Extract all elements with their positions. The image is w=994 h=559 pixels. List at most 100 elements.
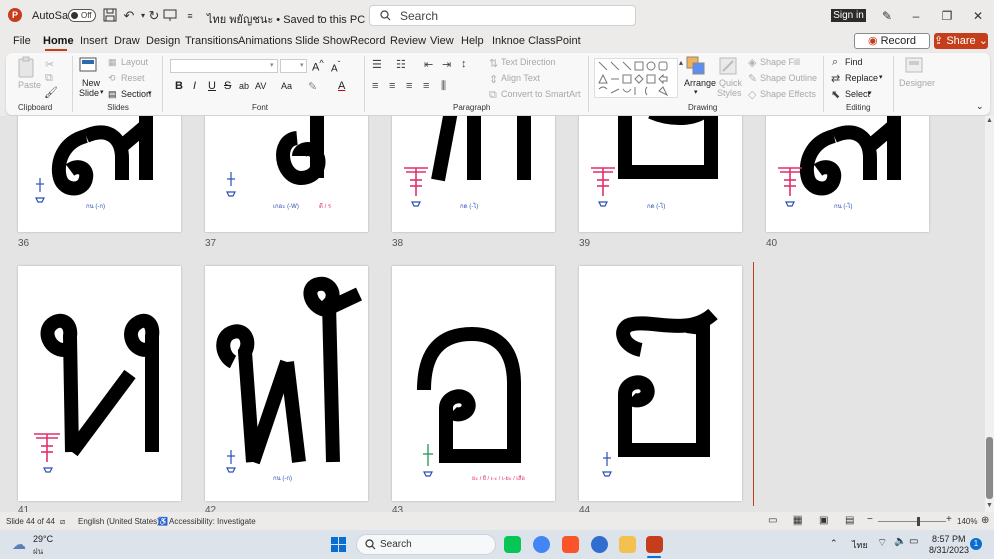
text-direction-button[interactable]: Text Direction	[501, 57, 556, 67]
designer-label[interactable]: Designer	[899, 78, 935, 88]
copy-icon[interactable]: ⧉	[45, 72, 53, 85]
layout-button[interactable]: Layout	[121, 57, 148, 67]
chevron-down-icon[interactable]: ▾	[100, 88, 104, 96]
pen-icon[interactable]: ✎	[880, 8, 894, 24]
slideshow-view-icon[interactable]: ▤	[845, 515, 854, 526]
present-from-start-icon[interactable]	[163, 8, 179, 24]
slide-thumbnail-36[interactable]: กน (-ก)	[18, 116, 181, 232]
shape-fill-button[interactable]: Shape Fill	[760, 57, 800, 67]
collapse-ribbon-icon[interactable]: ⌄	[976, 101, 984, 112]
underline-button[interactable]: U	[208, 80, 216, 92]
chevron-down-icon[interactable]: ▾	[868, 89, 872, 97]
change-case-button[interactable]: Aa	[281, 81, 292, 91]
slide-sorter-view[interactable]: กน (-ก) 36 เกอะ (-W) ดี / ร 37 กด (-ไ) 3	[0, 116, 985, 512]
zoom-slider-thumb[interactable]	[917, 517, 920, 526]
bold-button[interactable]: B	[175, 80, 183, 92]
tab-animations[interactable]: Animations	[238, 35, 292, 47]
chrome-icon[interactable]	[533, 536, 550, 553]
wifi-icon[interactable]: ⌔	[877, 536, 887, 550]
accessibility-status[interactable]: Accessibility: Investigate	[169, 517, 256, 526]
chevron-down-icon[interactable]: ▾	[300, 61, 304, 69]
quick-styles-label-2[interactable]: Styles	[717, 88, 742, 98]
justify-icon[interactable]: ≡	[423, 80, 429, 92]
line-app-icon[interactable]	[504, 536, 521, 553]
powerpoint-taskbar-icon[interactable]	[646, 536, 663, 553]
scroll-up-icon[interactable]: ▲	[986, 117, 993, 124]
zoom-slider[interactable]	[878, 521, 946, 522]
brave-icon[interactable]	[562, 536, 579, 553]
minimize-icon[interactable]: –	[909, 8, 923, 24]
language-indicator[interactable]: English (United States)	[78, 517, 160, 526]
show-hidden-icons[interactable]: ⌃	[830, 538, 838, 549]
select-button[interactable]: Select	[845, 89, 870, 99]
font-color-button[interactable]: A	[338, 80, 345, 92]
shape-outline-button[interactable]: Shape Outline	[760, 73, 817, 83]
tab-classpoint[interactable]: Inknoe ClassPoint	[492, 35, 581, 47]
volume-icon[interactable]: 🔈	[894, 536, 906, 547]
tab-transitions[interactable]: Transitions	[185, 35, 238, 47]
close-icon[interactable]: ✕	[971, 8, 985, 24]
scrollbar-thumb[interactable]	[986, 437, 993, 499]
document-title[interactable]: ไทย พยัญชนะ • Saved to this PC	[207, 10, 365, 28]
normal-view-icon[interactable]: ▭	[768, 515, 777, 526]
highlight-icon[interactable]: ✎	[308, 80, 317, 93]
tab-draw[interactable]: Draw	[114, 35, 140, 47]
quick-styles-label[interactable]: Quick	[719, 78, 742, 88]
weather-icon[interactable]: ☁	[12, 536, 26, 553]
share-button[interactable]: ⇪ Share ⌄	[934, 33, 988, 49]
reset-button[interactable]: Reset	[121, 73, 145, 83]
windows-start-icon[interactable]	[331, 537, 346, 552]
file-explorer-icon[interactable]	[619, 536, 636, 553]
scroll-down-icon[interactable]: ▼	[986, 502, 993, 509]
text-shadow-button[interactable]: ab	[239, 81, 249, 91]
tab-record[interactable]: Record	[350, 35, 385, 47]
slide-thumbnail-40[interactable]: กน (-ไ)	[766, 116, 929, 232]
sign-in-button[interactable]: Sign in	[831, 9, 866, 22]
bullets-icon[interactable]: ☰	[372, 58, 382, 71]
shapes-gallery[interactable]	[594, 58, 678, 98]
redo-icon[interactable]: ↻	[146, 8, 162, 24]
zoom-out-icon[interactable]: −	[867, 514, 873, 525]
input-language[interactable]: ไทย	[852, 538, 868, 552]
font-name-combo[interactable]	[170, 59, 278, 73]
zoom-in-icon[interactable]: +	[946, 514, 952, 525]
chrome-profile-icon[interactable]	[591, 536, 608, 553]
zoom-level[interactable]: 140%	[957, 517, 977, 526]
clock-date[interactable]: 8/31/2023	[929, 545, 969, 555]
paste-icon[interactable]	[16, 56, 38, 80]
tab-insert[interactable]: Insert	[80, 35, 108, 47]
chevron-down-icon[interactable]: ▾	[879, 73, 883, 81]
slide-sorter-view-icon[interactable]: ▦	[793, 515, 803, 526]
increase-indent-icon[interactable]: ⇥	[442, 58, 451, 71]
fit-to-window-icon[interactable]: ⊕	[981, 515, 989, 526]
chevron-down-icon[interactable]: ▾	[694, 88, 698, 96]
chevron-down-icon[interactable]: ⌄	[316, 10, 324, 21]
find-button[interactable]: Find	[845, 57, 863, 67]
restore-icon[interactable]: ❐	[940, 8, 954, 24]
paste-label[interactable]: Paste	[18, 80, 41, 90]
clock-time[interactable]: 8:57 PM	[932, 534, 966, 544]
weather-desc[interactable]: ฝน	[33, 545, 43, 558]
tab-file[interactable]: File	[13, 35, 31, 47]
chevron-down-icon[interactable]: ▾	[270, 61, 274, 69]
slide-thumbnail-38[interactable]: กด (-ไ)	[392, 116, 555, 232]
shapes-scroll-icon[interactable]: ▴	[679, 58, 683, 67]
slide-thumbnail-42[interactable]: กน (-ก)	[205, 266, 368, 501]
new-slide-label[interactable]: New	[82, 78, 100, 88]
slide-thumbnail-43[interactable]: ยะ / ยื / เ-ะ / เ-ยะ / เสือ	[392, 266, 555, 501]
align-center-icon[interactable]: ≡	[389, 80, 395, 92]
slide-thumbnail-39[interactable]: กด (-ไ)	[579, 116, 742, 232]
numbering-icon[interactable]: ☷	[396, 58, 406, 71]
cut-icon[interactable]: ✂	[45, 58, 54, 71]
character-spacing-button[interactable]: AV	[255, 81, 266, 91]
new-slide-label-2[interactable]: Slide	[79, 88, 99, 98]
save-icon[interactable]	[103, 8, 119, 24]
designer-icon[interactable]	[904, 56, 926, 78]
notification-badge[interactable]: 1	[970, 538, 982, 550]
arrange-icon[interactable]	[686, 56, 708, 78]
chevron-down-icon[interactable]: ▾	[148, 89, 152, 97]
tab-design[interactable]: Design	[146, 35, 180, 47]
arrange-label[interactable]: Arrange	[684, 78, 716, 88]
slide-thumbnail-37[interactable]: เกอะ (-W) ดี / ร	[205, 116, 368, 232]
italic-button[interactable]: I	[193, 80, 196, 92]
